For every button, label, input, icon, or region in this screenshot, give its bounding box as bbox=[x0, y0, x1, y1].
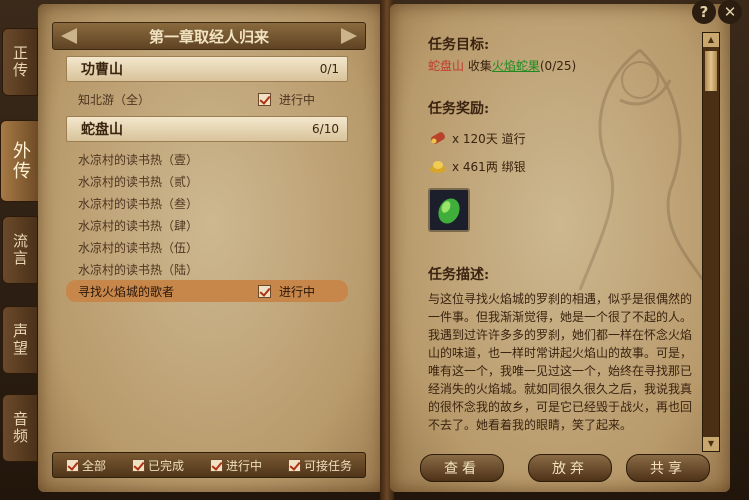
quest-filter-bar: 全部 已完成 进行中 可接任务 bbox=[52, 452, 366, 478]
reward-heading: 任务奖励: bbox=[428, 101, 490, 117]
filter-checkbox[interactable] bbox=[65, 458, 79, 472]
target-progress: (0/25) bbox=[539, 59, 577, 73]
quest-item-name: 水凉村的读书热（肆） bbox=[78, 218, 199, 233]
quest-item[interactable]: 水凉村的读书热（贰） bbox=[66, 170, 348, 192]
quest-item-selected[interactable]: 寻找火焰城的歌者 进行中 bbox=[66, 280, 348, 302]
tracking-checkbox[interactable] bbox=[258, 92, 271, 106]
window-controls: ? ✕ bbox=[692, 0, 742, 24]
quest-group-header[interactable]: 蛇盘山 6/10 bbox=[66, 116, 348, 142]
description-heading: 任务描述: bbox=[428, 267, 490, 283]
reward-label: x 461两 绑银 bbox=[452, 159, 526, 174]
quest-item[interactable]: 水凉村的读书热（伍） bbox=[66, 236, 348, 258]
target-location-link[interactable]: 蛇盘山 bbox=[428, 59, 464, 73]
quest-status: 进行中 bbox=[258, 91, 315, 108]
scroll-thumb[interactable] bbox=[705, 51, 717, 91]
help-icon[interactable]: ? bbox=[692, 0, 716, 24]
quest-item[interactable]: 水凉村的读书热（壹） bbox=[66, 148, 348, 170]
silver-ingot-icon bbox=[430, 161, 446, 173]
view-button[interactable]: 查看 bbox=[420, 454, 504, 482]
quest-item-name: 水凉村的读书热（叁） bbox=[78, 196, 199, 211]
filter-label: 全部 bbox=[81, 458, 106, 473]
reward-label: x 120天 道行 bbox=[452, 131, 526, 146]
quest-group-count: 6/10 bbox=[312, 122, 339, 136]
tab-side-story[interactable]: 外传 bbox=[0, 120, 40, 202]
quest-item[interactable]: 水凉村的读书热（陆） bbox=[66, 258, 348, 280]
scroll-up-icon[interactable]: ▲ bbox=[703, 33, 719, 47]
chapter-title: 第一章取经人归来 bbox=[148, 27, 269, 46]
filter-checkbox[interactable] bbox=[131, 458, 145, 472]
tracking-checkbox[interactable] bbox=[258, 284, 271, 298]
tab-main-story[interactable]: 正传 bbox=[2, 28, 38, 96]
filter-checkbox[interactable] bbox=[209, 458, 223, 472]
filter-checkbox[interactable] bbox=[287, 458, 301, 472]
tab-reputation[interactable]: 声望 bbox=[2, 306, 38, 374]
quest-item-name: 水凉村的读书热（贰） bbox=[78, 174, 199, 189]
filter-in-progress[interactable]: 进行中 bbox=[209, 457, 262, 474]
quest-item[interactable]: 水凉村的读书热（叁） bbox=[66, 192, 348, 214]
quest-item-name: 水凉村的读书热（陆） bbox=[78, 262, 199, 277]
quest-item-name: 寻找火焰城的歌者 bbox=[78, 284, 175, 299]
quest-item[interactable]: 知北游（全） 进行中 bbox=[66, 88, 348, 110]
abandon-button[interactable]: 放弃 bbox=[528, 454, 612, 482]
reward-item-slot[interactable] bbox=[428, 188, 470, 232]
quest-target: 蛇盘山 收集火焰蛇果(0/25) bbox=[428, 57, 576, 74]
quest-status: 进行中 bbox=[258, 283, 315, 300]
quest-status-label: 进行中 bbox=[279, 284, 316, 299]
quest-status-label: 进行中 bbox=[279, 92, 316, 107]
quest-group-count: 0/1 bbox=[319, 62, 339, 76]
filter-all[interactable]: 全部 bbox=[65, 457, 106, 474]
prev-chapter-arrow-icon[interactable] bbox=[61, 28, 77, 44]
scroll-icon bbox=[431, 132, 445, 144]
target-item-link[interactable]: 火焰蛇果 bbox=[492, 59, 540, 73]
quest-list: 功曹山 0/1 知北游（全） 进行中 蛇盘山 6/10 水凉村的读书热（壹） 水… bbox=[66, 56, 348, 302]
close-icon[interactable]: ✕ bbox=[718, 0, 742, 24]
next-chapter-arrow-icon[interactable] bbox=[341, 28, 357, 44]
quest-group-name: 功曹山 bbox=[81, 62, 123, 78]
tab-audio[interactable]: 音频 bbox=[2, 394, 38, 462]
target-verb: 收集 bbox=[467, 59, 492, 73]
journal-window: 正传 外传 流言 声望 音频 第一章取经人归来 功曹山 0/1 知北游（全） 进… bbox=[0, 0, 749, 500]
description-scrollbar[interactable]: ▲ ▼ bbox=[702, 32, 720, 452]
share-button[interactable]: 共享 bbox=[626, 454, 710, 482]
fire-snake-fruit-icon bbox=[438, 198, 460, 224]
quest-item[interactable]: 水凉村的读书热（肆） bbox=[66, 214, 348, 236]
chapter-header: 第一章取经人归来 bbox=[52, 22, 366, 50]
quest-item-name: 水凉村的读书热（伍） bbox=[78, 240, 199, 255]
quest-group-name: 蛇盘山 bbox=[81, 122, 123, 138]
background-illustration bbox=[578, 48, 712, 291]
quest-item-name: 水凉村的读书热（壹） bbox=[78, 152, 199, 167]
quest-description: 与这位寻找火焰城的罗刹的相遇，似乎是很偶然的一件事。但我渐渐觉得，她是一个很了不… bbox=[428, 292, 693, 432]
filter-completed[interactable]: 已完成 bbox=[131, 457, 184, 474]
filter-label: 已完成 bbox=[147, 458, 184, 473]
target-heading: 任务目标: bbox=[428, 37, 490, 53]
filter-label: 可接任务 bbox=[303, 458, 352, 473]
filter-label: 进行中 bbox=[225, 458, 262, 473]
scroll-down-icon[interactable]: ▼ bbox=[703, 437, 719, 451]
quest-group-header[interactable]: 功曹山 0/1 bbox=[66, 56, 348, 82]
tab-rumors[interactable]: 流言 bbox=[2, 216, 38, 284]
reward-daoheng: x 120天 道行 bbox=[428, 128, 526, 148]
filter-available[interactable]: 可接任务 bbox=[287, 457, 352, 474]
category-tabs: 正传 外传 流言 声望 音频 bbox=[0, 20, 40, 490]
reward-silver: x 461两 绑银 bbox=[428, 156, 526, 176]
quest-item-name: 知北游（全） bbox=[78, 92, 151, 107]
